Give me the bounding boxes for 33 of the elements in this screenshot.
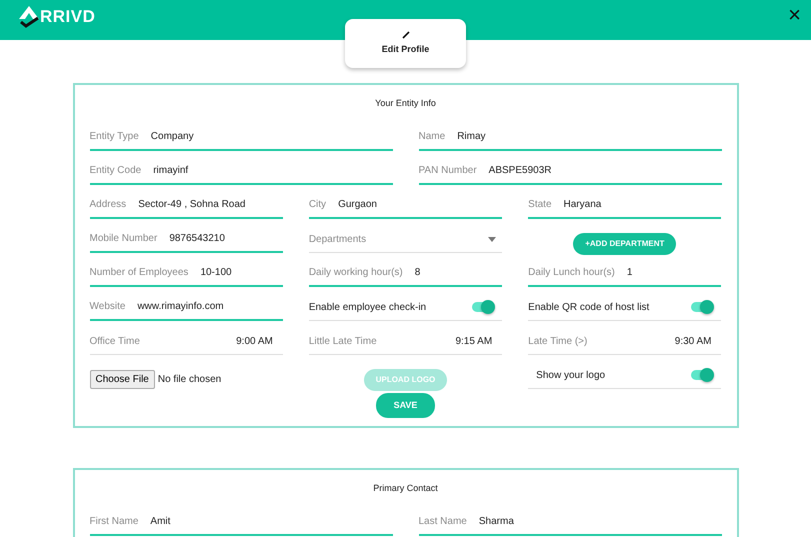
text-field[interactable]: Address Sector-49 , Sohna Road <box>90 192 283 218</box>
toggle-label: Show your logo <box>536 368 606 382</box>
toggle-switch[interactable] <box>691 302 714 312</box>
text-field[interactable]: Daily working hour(s) 8 <box>308 260 502 286</box>
time-field[interactable]: Little Late Time 9:15 AM <box>308 328 502 354</box>
edit-profile-button[interactable]: Edit Profile <box>345 19 466 68</box>
pencil-icon <box>402 30 410 39</box>
toggle-label: Enable QR code of host list <box>528 300 650 314</box>
text-field[interactable]: Number of Employees 10-100 <box>90 260 283 286</box>
text-field[interactable]: Website www.rimayinfo.com <box>90 294 283 320</box>
card-title: Primary Contact <box>372 482 439 495</box>
toggle-switch[interactable] <box>472 302 494 312</box>
text-field[interactable]: PAN Number ABSPE5903R <box>418 158 722 184</box>
text-field[interactable]: Mobile Number 9876543210 <box>90 226 283 252</box>
text-field[interactable]: Entity Type Company <box>90 124 392 150</box>
time-field[interactable]: Late Time (>) 9:30 AM <box>528 328 722 354</box>
text-field[interactable]: Last Name Sharma <box>418 510 722 536</box>
text-field[interactable]: Daily Lunch hour(s) 1 <box>528 260 722 286</box>
close-button[interactable]: × <box>786 4 803 26</box>
text-field[interactable]: Entity Code rimayinf <box>90 158 392 184</box>
text-field[interactable]: Name Rimay <box>418 124 722 150</box>
text-field[interactable]: City Gurgaon <box>308 192 502 218</box>
logo-icon <box>18 4 40 29</box>
caret-icon <box>488 236 496 242</box>
card-title: Your Entity Info <box>374 97 437 110</box>
toggle-label: Enable employee check-in <box>308 300 426 314</box>
text-field[interactable]: First Name Amit <box>90 510 392 536</box>
time-field[interactable]: Office Time 9:00 AM <box>90 328 283 354</box>
toggle-switch[interactable] <box>691 370 714 380</box>
text-field[interactable]: State Haryana <box>528 192 722 218</box>
logo-text: RRIVD <box>40 6 96 28</box>
file-status: No file chosen <box>158 373 222 387</box>
choose-file-button[interactable]: Choose File <box>90 370 155 389</box>
